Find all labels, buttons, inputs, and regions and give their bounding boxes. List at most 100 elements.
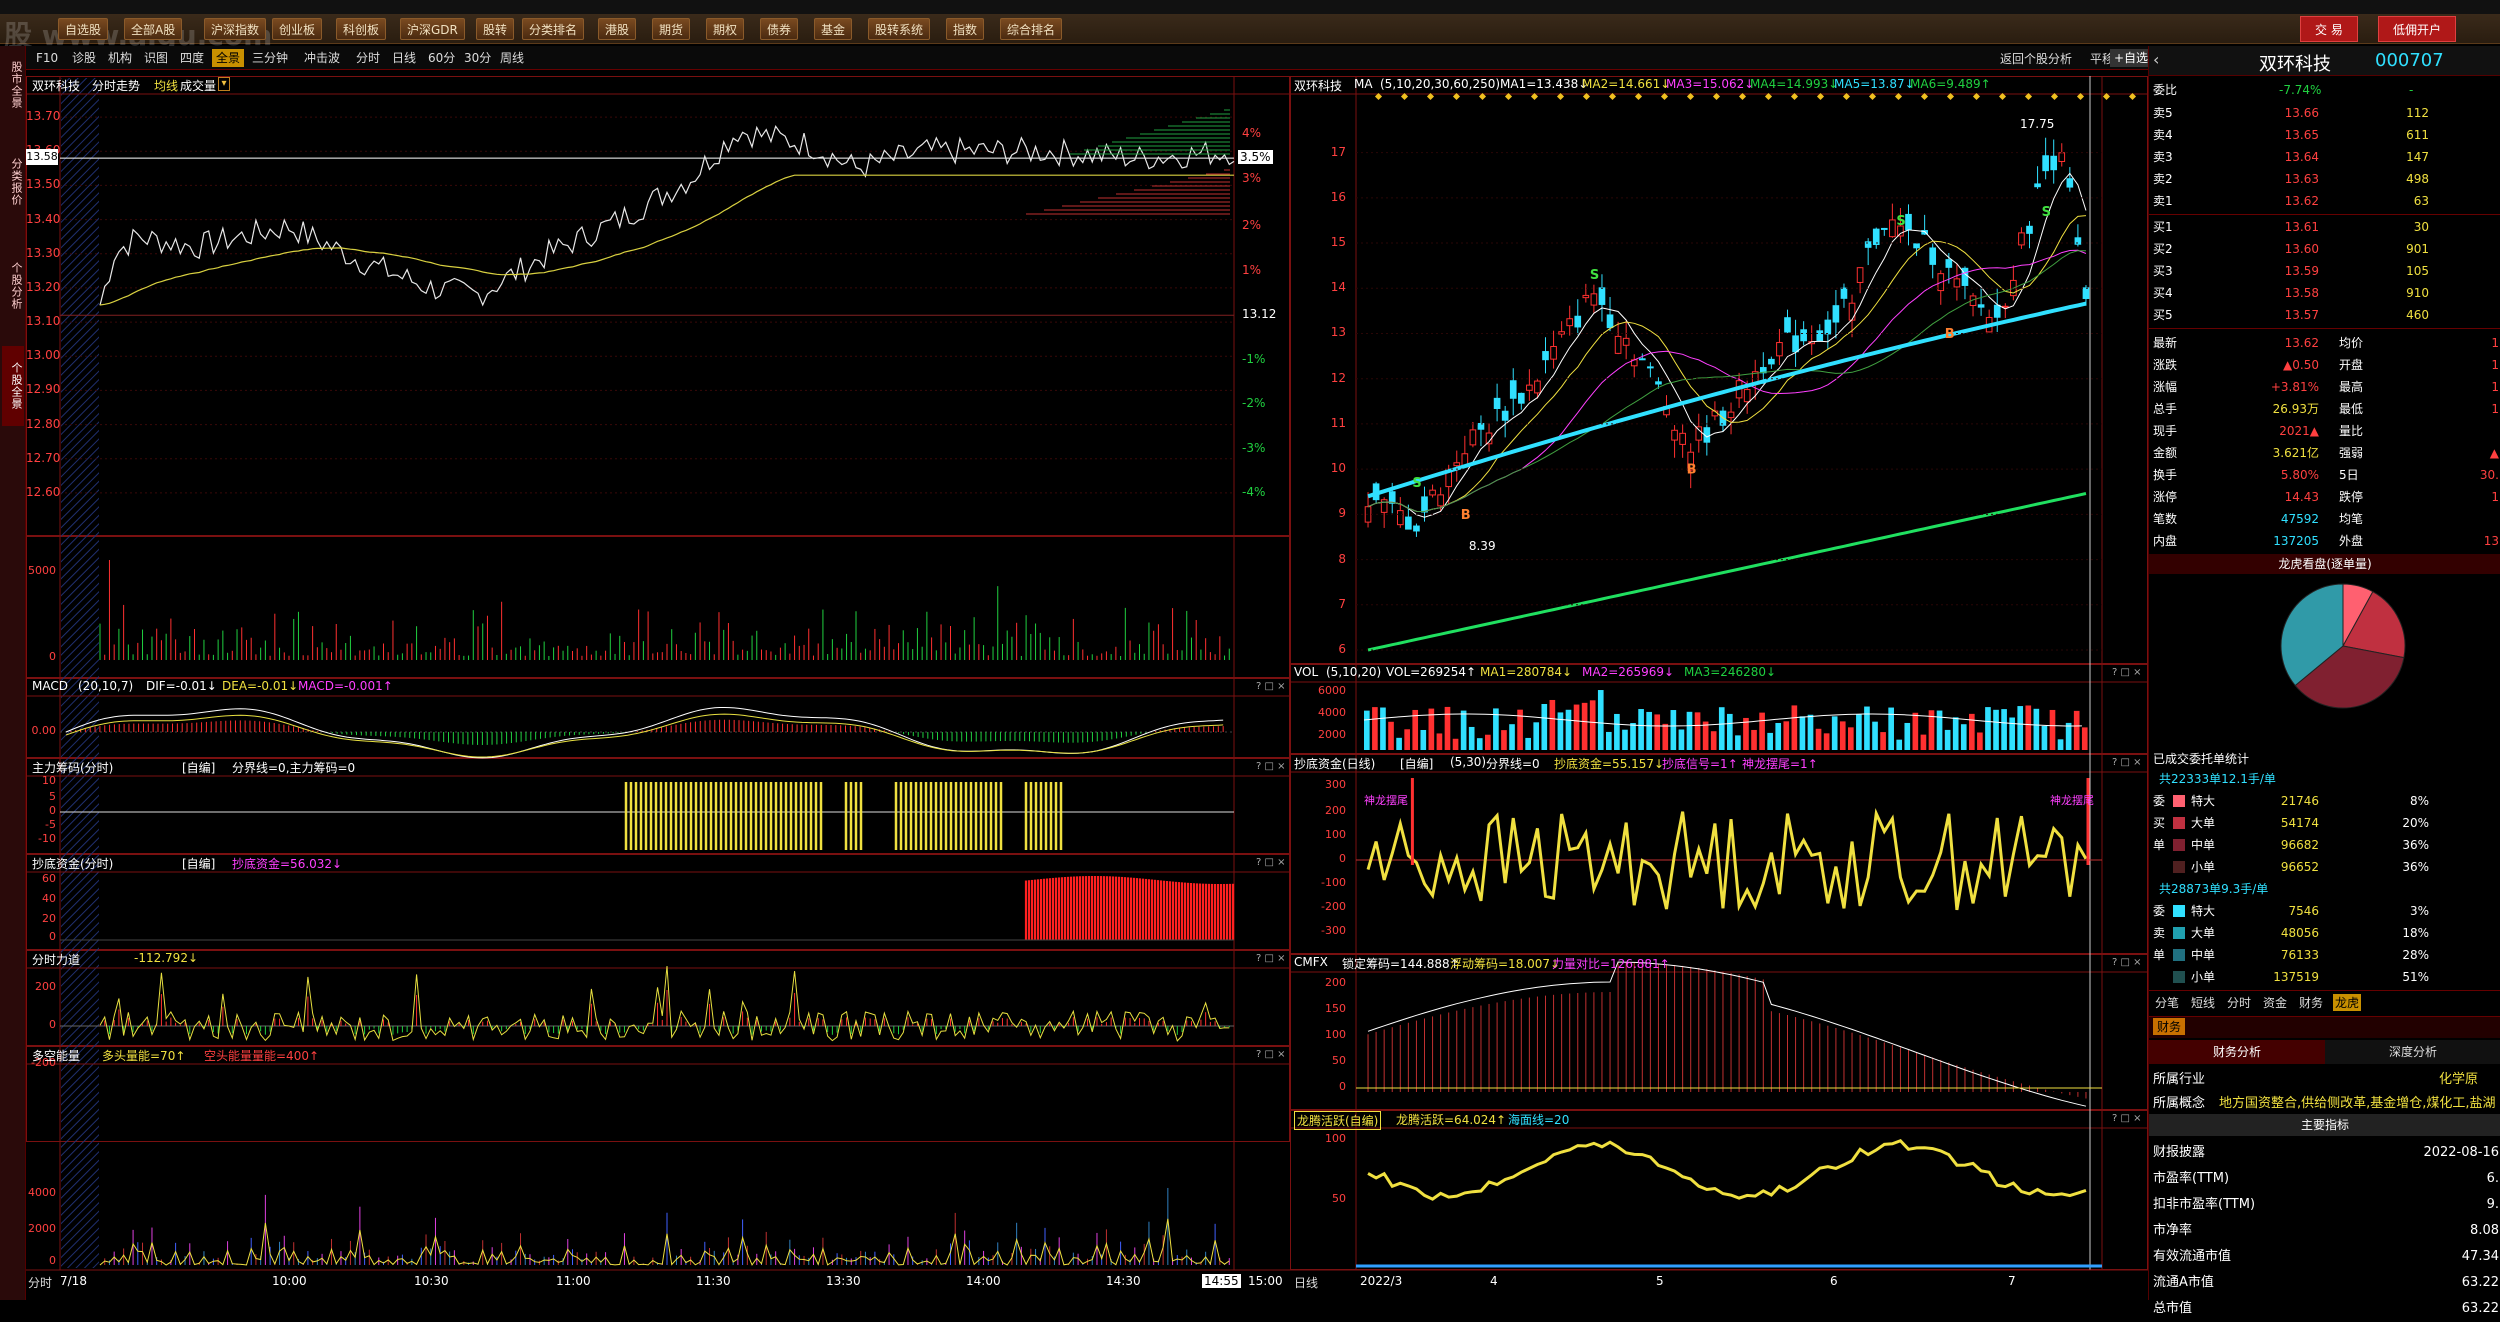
open-account-button[interactable]: 低佣开户 <box>2378 16 2457 42</box>
rail-stock-panorama[interactable]: 个股全景 <box>2 346 24 426</box>
panel-controls-1[interactable]: ? □ × <box>1256 761 1286 772</box>
candle-body-4 <box>1396 510 1404 526</box>
menu-item-2[interactable]: 沪深指数 <box>204 18 267 40</box>
menu-item-14[interactable]: 指数 <box>946 18 985 40</box>
menu-item-1[interactable]: 全部A股 <box>124 18 183 40</box>
tab-0[interactable]: F10 <box>32 49 62 67</box>
tab-3[interactable]: 识图 <box>140 49 172 67</box>
index-row-4: 有效流通市值 47.34 <box>2149 1244 2500 1270</box>
subtab-4[interactable]: 财务 <box>2297 994 2325 1011</box>
candle-body-8 <box>1429 489 1436 496</box>
subtab-2[interactable]: 分时 <box>2225 994 2253 1011</box>
bid-price-2: 13.59 <box>2284 264 2319 278</box>
tab-8[interactable]: 分时 <box>352 49 384 67</box>
menu-item-11[interactable]: 债券 <box>760 18 799 40</box>
candle-body-41 <box>1695 426 1703 441</box>
buy-kind-3: 小单 <box>2191 860 2216 874</box>
macd-dea-line <box>65 713 1224 758</box>
menu-item-8[interactable]: 港股 <box>598 18 637 40</box>
menu-item-5[interactable]: 沪深GDR <box>400 18 465 40</box>
menu-item-4[interactable]: 科创板 <box>336 18 387 40</box>
tab-2[interactable]: 机构 <box>104 49 136 67</box>
menu-item-15[interactable]: 综合排名 <box>1000 18 1063 40</box>
rail-category-quote[interactable]: 分类报价 <box>2 142 24 222</box>
stock-code: 000707 <box>2375 50 2444 71</box>
stat-row-3: 总手 26.93万 最低 1 <box>2149 398 2500 420</box>
trade-button[interactable]: 交 易 <box>2300 16 2358 42</box>
tab-10[interactable]: 60分 <box>424 49 459 67</box>
tab-1[interactable]: 诊股 <box>68 49 100 67</box>
dvol-bar-34 <box>1638 709 1644 750</box>
candle-body-45 <box>1727 411 1735 419</box>
quote-subtabs: 分笔 短线 分时 资金 财务 龙虎 <box>2149 990 2500 1012</box>
fin-tab-deep[interactable]: 深度分析 <box>2325 1040 2500 1064</box>
back-to-analysis[interactable]: 返回个股分析 <box>2000 50 2072 67</box>
dvol-bar-63 <box>1872 721 1878 750</box>
panel-controls-0[interactable]: ? □ × <box>1256 681 1286 692</box>
bid-label-3: 买4 <box>2153 286 2173 300</box>
fin-tab-analysis[interactable]: 财务分析 <box>2149 1040 2325 1064</box>
subtab-3[interactable]: 资金 <box>2261 994 2289 1011</box>
tab-11[interactable]: 30分 <box>460 49 495 67</box>
index-row-0: 财报披露 2022-08-16 <box>2149 1140 2500 1166</box>
dvol-bar-17 <box>1501 730 1507 750</box>
candle-body-51 <box>1776 342 1783 357</box>
mid-panel-controls-0[interactable]: ? □ × <box>2112 667 2142 678</box>
rail-market-overview[interactable]: 股市全景 <box>2 50 24 120</box>
menu-item-10[interactable]: 期权 <box>706 18 745 40</box>
buy-vol-1: 54174 <box>2280 816 2319 830</box>
order-size-pie-chart <box>2280 583 2406 709</box>
dvol-bar-74 <box>1960 724 1967 750</box>
candle-body-67 <box>1905 213 1912 231</box>
dvol-bar-62 <box>1864 706 1870 750</box>
self-select-dropdown[interactable]: +自选 <box>2110 49 2153 67</box>
panel-controls-3[interactable]: ? □ × <box>1256 953 1286 964</box>
bid-row-2: 买3 13.59 105 <box>2149 260 2500 282</box>
daily-chart-area[interactable]: B B B S S S S <box>1290 70 2148 1300</box>
dvol-bar-58 <box>1831 716 1838 750</box>
mid-panel-controls-3[interactable]: ? □ × <box>2112 1113 2142 1124</box>
menu-item-0[interactable]: 自选股 <box>58 18 109 40</box>
candle-body-19 <box>1517 392 1525 404</box>
menu-item-13[interactable]: 股转系统 <box>868 18 931 40</box>
stat-label-6: 换手 <box>2153 468 2178 482</box>
dvol-bar-7 <box>1420 729 1427 750</box>
tab-5[interactable]: 全景 <box>212 49 245 67</box>
tab-12[interactable]: 周线 <box>496 49 528 67</box>
menu-item-9[interactable]: 期货 <box>652 18 691 40</box>
tab-7[interactable]: 冲击波 <box>300 49 344 67</box>
stat-label-0: 最新 <box>2153 336 2178 350</box>
menu-item-7[interactable]: 分类排名 <box>522 18 585 40</box>
mid-panel-controls-1[interactable]: ? □ × <box>2112 757 2142 768</box>
mid-panel-controls-2[interactable]: ? □ × <box>2112 957 2142 968</box>
dvol-bar-23 <box>1549 699 1556 750</box>
stat-label-3: 总手 <box>2153 402 2178 416</box>
tab-6[interactable]: 三分钟 <box>248 49 292 67</box>
subtab-1[interactable]: 短线 <box>2189 994 2217 1011</box>
panel-controls-2[interactable]: ? □ × <box>1256 857 1286 868</box>
candle-body-54 <box>1800 329 1807 342</box>
bid-row-1: 买2 13.60 901 <box>2149 238 2500 260</box>
panel-controls-4[interactable]: ? □ × <box>1256 1049 1286 1060</box>
fin-tab[interactable]: 财务 <box>2153 1018 2186 1035</box>
stat-value2-7: 1 <box>2491 490 2499 504</box>
menu-item-6[interactable]: 股转 <box>476 18 515 40</box>
menu-item-12[interactable]: 基金 <box>814 18 853 40</box>
back-chevron-icon[interactable]: ‹ <box>2153 50 2159 69</box>
tab-9[interactable]: 日线 <box>388 49 420 67</box>
tab-4[interactable]: 四度 <box>176 49 208 67</box>
dvol-bar-31 <box>1614 713 1620 750</box>
bid-vol-0: 30 <box>2413 220 2429 234</box>
dvol-bar-49 <box>1759 712 1765 750</box>
intraday-chip-panel <box>26 758 1290 854</box>
daily-cmfx-panel <box>1290 954 2148 1110</box>
subtab-0[interactable]: 分笔 <box>2153 994 2181 1011</box>
intraday-chart-area[interactable] <box>26 70 1290 1300</box>
sell-pct-0: 3% <box>2409 904 2429 918</box>
rail-stock-analysis[interactable]: 个股分析 <box>2 246 24 326</box>
sell-total: 共28873单9.3手/单 <box>2159 882 2269 896</box>
dvol-bar-40 <box>1686 711 1693 750</box>
sell-swatch-1 <box>2173 927 2185 939</box>
subtab-5[interactable]: 龙虎 <box>2333 994 2362 1011</box>
menu-item-3[interactable]: 创业板 <box>272 18 323 40</box>
